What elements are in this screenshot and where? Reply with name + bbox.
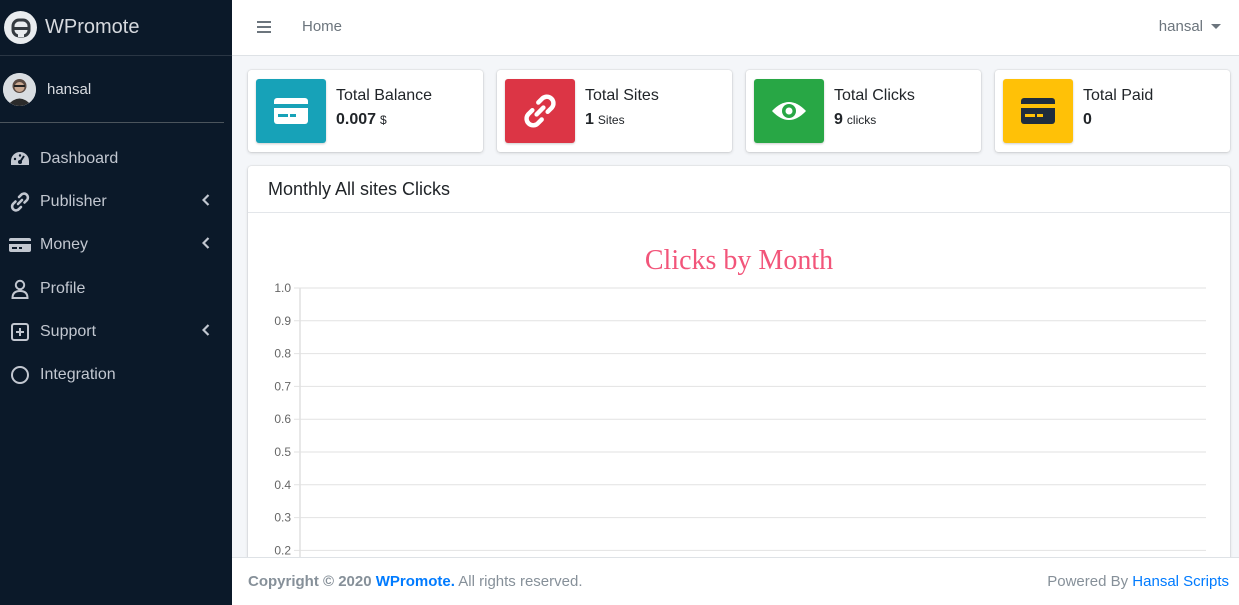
caret-down-icon: [1211, 24, 1221, 29]
info-box-label: Total Balance: [336, 87, 433, 104]
avatar: [3, 72, 36, 106]
user-dropdown[interactable]: hansal: [1159, 18, 1221, 35]
sidebar-item-label: Money: [40, 236, 89, 254]
copyright-prefix: Copyright © 2020: [248, 573, 372, 590]
y-tick-label: 0.8: [274, 347, 291, 361]
info-box-number: 9: [834, 111, 843, 128]
sidebar-item-money[interactable]: Money: [0, 224, 232, 267]
info-box-value: 9 clicks: [834, 111, 876, 129]
brand-name: WPromote: [45, 16, 140, 38]
sidebar-item-label: Dashboard: [40, 149, 119, 167]
info-box-label: Total Paid: [1083, 87, 1154, 104]
brand-link[interactable]: WPromote: [0, 0, 232, 56]
sidebar-nav: Dashboard Publisher Money Profile Suppor…: [0, 137, 232, 397]
info-box-total-paid: Total Paid 0: [995, 70, 1230, 152]
sidebar-item-profile[interactable]: Profile: [0, 267, 232, 310]
info-box-number: 1: [585, 111, 594, 128]
sidebar-item-dashboard[interactable]: Dashboard: [0, 137, 232, 180]
sidebar-item-label: Profile: [40, 279, 86, 297]
menu-toggle-icon[interactable]: [256, 19, 272, 35]
info-box-label: Total Sites: [585, 87, 659, 104]
user-panel[interactable]: hansal: [0, 56, 224, 123]
eye-icon: [754, 79, 824, 143]
y-tick-label: 0.7: [274, 379, 291, 393]
info-box-total-balance: Total Balance 0.007 $: [248, 70, 483, 152]
clicks-chart-container: Clicks by Month 1.0 0.9 0.8 0.7 0.6 0.5 0.4 0.3…: [248, 213, 1230, 586]
circle-icon: [9, 365, 31, 385]
info-box-label: Total Clicks: [834, 87, 915, 104]
chart-title: Clicks by Month: [645, 245, 833, 276]
info-box-total-sites: Total Sites 1 Sites: [497, 70, 732, 152]
user-icon: [9, 279, 31, 299]
powered-by-label: Powered By: [1047, 573, 1129, 590]
credit-card-icon: [9, 235, 31, 255]
y-tick-label: 1.0: [274, 281, 291, 295]
brand-logo-icon: [4, 11, 37, 44]
y-tick-label: 0.6: [274, 412, 291, 426]
powered-by: Powered By Hansal Scripts: [1047, 573, 1229, 590]
card-title: Monthly All sites Clicks: [248, 166, 1230, 213]
info-box-value: 1 Sites: [585, 111, 625, 129]
link-icon: [9, 192, 31, 212]
money-card-icon: [1003, 79, 1073, 143]
info-box-unit: Sites: [597, 113, 625, 127]
sidebar: WPromote hansal Dashboard Publisher Mone…: [0, 0, 232, 605]
copyright-rights: All rights reserved.: [458, 573, 583, 590]
sidebar-item-integration[interactable]: Integration: [0, 353, 232, 396]
y-tick-label: 0.2: [274, 543, 291, 557]
info-box-number: 0: [1083, 111, 1092, 128]
info-box-value: 0.007 $: [336, 111, 387, 129]
y-tick-label: 0.5: [274, 445, 291, 459]
top-navbar: Home hansal: [232, 0, 1239, 56]
chevron-left-icon: [201, 323, 210, 341]
credit-card-icon: [256, 79, 326, 143]
info-box-number: 0.007: [336, 111, 377, 128]
tachometer-icon: [9, 149, 31, 169]
info-box-unit: clicks: [846, 113, 877, 127]
home-link[interactable]: Home: [302, 18, 342, 35]
clicks-by-month-chart: Clicks by Month 1.0 0.9 0.8 0.7 0.6 0.5 0.4 0.3…: [274, 245, 1206, 586]
user-dropdown-label: hansal: [1158, 18, 1203, 35]
chevron-left-icon: [201, 193, 210, 211]
y-tick-label: 0.3: [274, 511, 291, 525]
info-box-total-clicks: Total Clicks 9 clicks: [746, 70, 981, 152]
user-name: hansal: [47, 80, 92, 98]
y-tick-label: 0.4: [274, 478, 291, 492]
sidebar-item-label: Integration: [40, 366, 116, 384]
info-box-value: 0: [1083, 111, 1096, 129]
footer: Copyright © 2020 WPromote. All rights re…: [232, 557, 1239, 605]
sidebar-item-publisher[interactable]: Publisher: [0, 180, 232, 223]
hansal-scripts-link[interactable]: Hansal Scripts: [1132, 573, 1229, 590]
info-box-unit: $: [380, 113, 387, 127]
chevron-left-icon: [201, 236, 210, 254]
y-tick-label: 0.9: [274, 314, 291, 328]
footer-brand-link[interactable]: WPromote.: [376, 573, 455, 590]
plus-square-icon: [9, 322, 31, 342]
sidebar-item-support[interactable]: Support: [0, 310, 232, 353]
sidebar-item-label: Support: [40, 322, 97, 340]
monthly-clicks-card: Monthly All sites Clicks Clicks by Month…: [248, 166, 1230, 586]
link-icon: [505, 79, 575, 143]
copyright: Copyright © 2020 WPromote. All rights re…: [248, 573, 583, 590]
sidebar-item-label: Publisher: [40, 192, 107, 210]
